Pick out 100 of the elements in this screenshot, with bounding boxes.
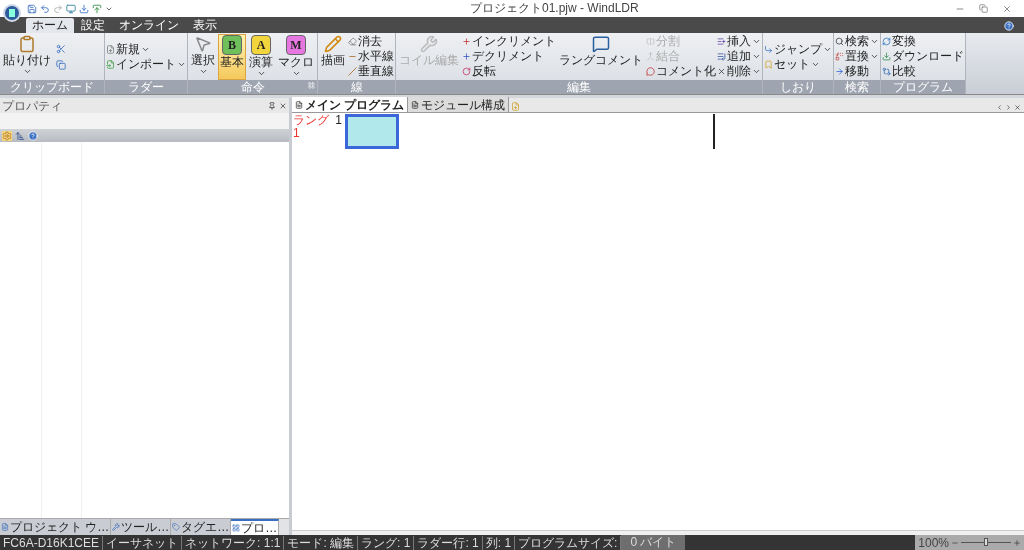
redo-icon[interactable] xyxy=(53,3,63,14)
merge-icon xyxy=(646,52,655,61)
close-icon[interactable] xyxy=(1014,104,1021,111)
ribbon-button[interactable]: 変換 xyxy=(882,34,964,49)
panel-tab[interactable]: プロ… xyxy=(231,519,280,535)
panel-title: プロパティ xyxy=(2,98,62,113)
compare-icon xyxy=(882,67,891,76)
ribbon-button[interactable]: ラングコメント xyxy=(557,33,645,80)
ribbon-tab[interactable]: ホーム xyxy=(26,18,74,33)
ribbon-button[interactable]: ジャンプ xyxy=(764,41,832,57)
zoom-in-icon[interactable] xyxy=(1013,538,1021,547)
ribbon-button[interactable]: インポート xyxy=(106,56,186,72)
tag-icon xyxy=(172,523,181,531)
group-label: ラダー xyxy=(128,80,164,94)
pencil-icon xyxy=(324,34,342,53)
project-icon xyxy=(1,523,9,531)
ribbon-button[interactable]: 選択 xyxy=(189,33,217,80)
convert-icon xyxy=(882,37,891,46)
slider-thumb[interactable] xyxy=(984,538,988,546)
decrement-icon xyxy=(462,52,471,61)
ribbon-button[interactable]: 消去 xyxy=(348,34,394,49)
bookmark-icon xyxy=(764,59,773,69)
ribbon-button[interactable]: 描画 xyxy=(319,33,347,80)
ribbon-button[interactable]: 貼り付け xyxy=(1,33,53,80)
ribbon-button[interactable]: コメント化 xyxy=(646,64,716,79)
ribbon-button[interactable]: 置換 xyxy=(835,49,879,64)
ribbon-button[interactable]: 検索 xyxy=(835,34,879,49)
program-size: 0 バイト xyxy=(621,535,686,550)
ribbon-button[interactable]: ダウンロード xyxy=(882,49,964,64)
app-logo-icon[interactable] xyxy=(3,3,21,22)
status-item: FC6A-D16K1CEE xyxy=(0,535,104,550)
dialog-launcher-icon[interactable] xyxy=(308,82,315,89)
panel-tab[interactable]: ツール… xyxy=(111,519,172,535)
ribbon-tab[interactable]: 表示 xyxy=(186,18,224,33)
copy-icon xyxy=(56,59,66,70)
ribbon-button[interactable]: 反転 xyxy=(462,64,556,79)
scroll-left-icon[interactable] xyxy=(996,104,1003,111)
close-icon[interactable] xyxy=(279,101,287,110)
group-label: 編集 xyxy=(567,80,591,94)
insert-icon xyxy=(717,37,726,46)
status-item: ネットワーク: 1:1 xyxy=(182,535,285,550)
ribbon-button[interactable]: 挿入 xyxy=(717,34,761,49)
download-icon[interactable] xyxy=(79,3,89,14)
zoom-level: 100% xyxy=(918,535,949,550)
ribbon-button[interactable]: M マクロ xyxy=(276,33,316,80)
upload-icon[interactable] xyxy=(92,3,102,14)
status-item: ラダー行: 1 xyxy=(414,535,483,550)
replace-icon xyxy=(835,52,844,61)
restore-icon[interactable] xyxy=(979,4,988,13)
book-icon: M xyxy=(286,34,306,55)
ribbon-button[interactable]: 垂直線 xyxy=(348,64,394,79)
append-icon xyxy=(717,52,726,61)
ribbon-button[interactable]: 削除 xyxy=(717,64,761,79)
monitor-icon[interactable] xyxy=(66,3,76,14)
status-item: イーサネット xyxy=(103,535,183,550)
ribbon-button[interactable]: 比較 xyxy=(882,64,964,79)
window-icon xyxy=(232,524,241,532)
book-icon: B xyxy=(222,34,242,55)
tools-icon xyxy=(112,523,121,531)
scroll-right-icon[interactable] xyxy=(1005,104,1012,111)
ribbon-button[interactable]: A 演算 xyxy=(247,33,275,80)
ribbon-button[interactable]: インクリメント xyxy=(462,34,556,49)
sort-icon[interactable] xyxy=(15,130,25,141)
help-icon[interactable] xyxy=(1004,21,1014,31)
ribbon-button[interactable]: 追加 xyxy=(717,49,761,64)
ribbon-button[interactable]: 水平線 xyxy=(348,49,394,64)
document-icon xyxy=(295,100,303,109)
import-icon xyxy=(106,59,115,69)
increment-icon xyxy=(462,37,471,46)
clipboard-icon xyxy=(18,34,36,53)
split-icon xyxy=(646,37,655,46)
pin-icon[interactable] xyxy=(268,101,276,110)
help-icon[interactable] xyxy=(28,130,38,141)
categorized-icon[interactable] xyxy=(2,130,12,141)
ribbon-button[interactable]: 移動 xyxy=(835,64,879,79)
selected-cell[interactable] xyxy=(345,114,399,149)
document-icon xyxy=(411,100,420,109)
new-tab-icon[interactable] xyxy=(511,102,521,111)
panel-tab[interactable]: プロジェクト ウ… xyxy=(0,519,112,535)
ribbon-button[interactable]: デクリメント xyxy=(462,49,556,64)
document-tab[interactable]: モジュール構成 xyxy=(408,97,510,112)
group-label: プログラム xyxy=(893,80,953,94)
close-icon[interactable] xyxy=(1002,3,1012,14)
arrow-right-icon xyxy=(835,67,844,76)
document-tab[interactable]: メイン プログラム xyxy=(292,97,409,112)
vertical-line-icon xyxy=(348,67,357,76)
panel-tab[interactable]: タグエ… xyxy=(171,519,232,535)
save-icon[interactable] xyxy=(27,3,37,14)
ribbon-button[interactable]: セット xyxy=(764,56,832,72)
new-file-icon xyxy=(106,44,115,54)
group-label: クリップボード xyxy=(10,80,94,94)
ribbon-button[interactable]: 新規 xyxy=(106,41,186,57)
ribbon-button[interactable]: B 基本 xyxy=(218,33,246,80)
window-title: プロジェクト01.pjw - WindLDR xyxy=(470,1,639,16)
undo-icon[interactable] xyxy=(40,3,50,14)
book-icon: A xyxy=(251,34,271,55)
pointer-icon xyxy=(194,34,212,53)
ribbon-tab[interactable]: オンライン xyxy=(112,18,186,33)
jump-icon xyxy=(764,44,773,54)
ribbon-tab[interactable]: 設定 xyxy=(74,18,112,33)
